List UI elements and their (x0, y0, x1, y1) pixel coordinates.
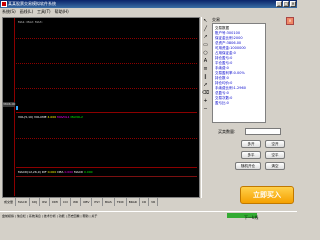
volume-legend: VOL(5,10) VOLUME 4.000 MAVOL1 MAVOL2 (18, 115, 83, 119)
current-price-box: 3806.00 (3, 102, 16, 107)
text-icon[interactable]: A (202, 58, 209, 65)
tab-volume[interactable]: 成交量 (2, 198, 17, 206)
panel-close-button[interactable]: × (286, 17, 294, 25)
tab-dmi[interactable]: DMI (50, 198, 61, 206)
mavol1-label: MAVOL1 (57, 115, 70, 119)
quantity-label: 买卖数量: (218, 129, 236, 134)
vol-value: 4.000 (47, 115, 57, 119)
sell-close-button[interactable]: 空平 (265, 151, 285, 159)
eraser-icon[interactable]: ⌫ (202, 90, 209, 97)
buy-close-button[interactable]: 多平 (241, 151, 261, 159)
kline-chart[interactable]: MA1: MA2: MA3: 3806.00 VOL(5,10) VOLUME … (2, 17, 200, 198)
macd-value-label: MACD (74, 170, 83, 174)
minimize-button[interactable]: _ (276, 1, 282, 7)
zoom-out-icon[interactable]: − (202, 106, 209, 113)
tab-cci[interactable]: CCI (61, 198, 71, 206)
tab-rsi[interactable]: RSI (40, 198, 51, 206)
tab-bias[interactable]: BIAS (103, 198, 115, 206)
account-info: 交易数据 账户号:300100 保证金比例:2000 总资产:3806.00 可… (212, 23, 266, 123)
panel-divider (16, 167, 197, 168)
close-button[interactable]: × (290, 1, 296, 7)
mavol2-label: MAVOL2 (70, 115, 83, 119)
macd-name: MACD(12,26,9) DIF (18, 170, 47, 174)
tab-macd[interactable]: MACD (16, 198, 31, 206)
drawing-toolbar: ↖ ╱ ↗ ▭ ○ A ≡ ∥ ➚ ⌫ + − (201, 17, 209, 198)
window-title: 某某股票交易模拟软件系统 (8, 1, 56, 6)
dea-label: DEA (57, 170, 64, 174)
dif-value: 0.000 (47, 170, 57, 174)
tab-wr[interactable]: WR (71, 198, 81, 206)
macd-value: 0.000 (83, 170, 93, 174)
grid-line (16, 138, 197, 139)
ma-legend: MA1: MA2: MA3: (18, 20, 43, 24)
menu-bar: 系统(S) 画线(L) 工具(T) 帮助(H) (0, 8, 297, 15)
app-icon (1, 1, 7, 7)
tab-kdj[interactable]: KDJ (30, 198, 41, 206)
menu-draw[interactable]: 画线(L) (20, 8, 33, 15)
clear-button[interactable]: 清空 (265, 162, 285, 170)
rect-icon[interactable]: ▭ (202, 42, 209, 49)
macd-legend: MACD(12,26,9) DIF 0.000 DEA 0.000 MACD 0… (18, 170, 93, 174)
ray-icon[interactable]: ↗ (202, 34, 209, 41)
tab-psy[interactable]: PSY (92, 198, 103, 206)
buy-now-button[interactable]: 立即买入 (240, 186, 294, 204)
macd-zero-line (16, 176, 197, 177)
tab-vr[interactable]: VR (149, 198, 159, 206)
trade-panel: 交易 × 交易数据 账户号:300100 保证金比例:2000 总资产:3806… (210, 15, 296, 220)
menu-system[interactable]: 系统(S) (2, 8, 16, 15)
tab-trix[interactable]: TRIX (115, 198, 127, 206)
menu-help[interactable]: 帮助(H) (55, 8, 69, 15)
buy-open-button[interactable]: 多开 (241, 140, 261, 148)
indicator-tabs: 成交量 MACD KDJ RSI DMI CCI WR OBV PSY BIAS… (2, 198, 200, 206)
price-axis (3, 18, 15, 196)
maximize-button[interactable]: □ (283, 1, 289, 7)
quantity-input[interactable] (245, 128, 281, 135)
tab-cr[interactable]: CR (140, 198, 150, 206)
vol-name: VOL(5,10) VOLUME (18, 115, 47, 119)
random-open-button[interactable]: 随机开仓 (235, 162, 261, 170)
grid-line (16, 88, 197, 89)
menu-tools[interactable]: 工具(T) (37, 8, 51, 15)
arrow-icon[interactable]: ➚ (202, 82, 209, 89)
title-bar: 某某股票交易模拟软件系统 _ □ × (0, 0, 297, 8)
first-candle (16, 106, 18, 110)
next-kline-button[interactable]: 下一k线 (244, 215, 258, 221)
info-line: 盈亏比:0 (215, 101, 229, 105)
sell-open-button[interactable]: 空开 (265, 140, 285, 148)
cursor-icon[interactable]: ↖ (202, 18, 209, 25)
panel-divider (16, 112, 197, 113)
status-text: 盘前模拟 | 信息栏 | 系统消息 | 技术分析 | 功能 | 历史回看 | 帮… (2, 214, 98, 218)
fib-icon[interactable]: ≡ (202, 66, 209, 73)
tab-brar[interactable]: BRAR (127, 198, 140, 206)
line-icon[interactable]: ╱ (202, 26, 209, 33)
grid-line (16, 38, 197, 39)
ellipse-icon[interactable]: ○ (202, 50, 209, 57)
channel-icon[interactable]: ∥ (202, 74, 209, 81)
tab-obv[interactable]: OBV (81, 198, 93, 206)
grid-line (16, 63, 197, 64)
zoom-in-icon[interactable]: + (202, 98, 209, 105)
dea-value: 0.000 (64, 170, 74, 174)
